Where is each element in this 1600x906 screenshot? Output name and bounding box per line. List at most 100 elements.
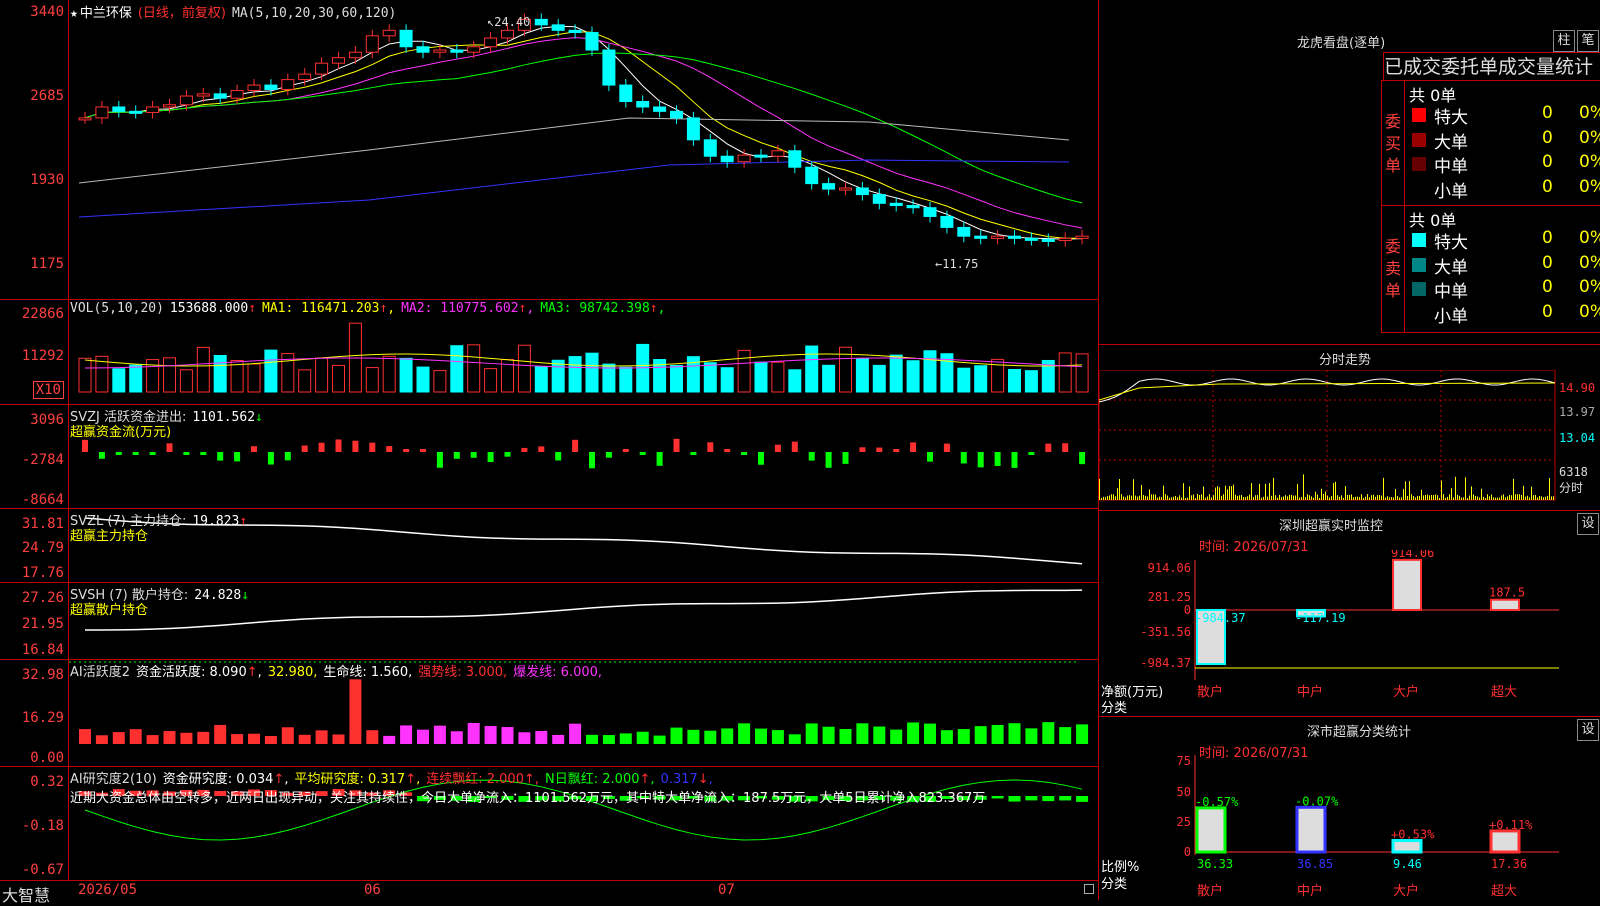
classify-value: 17.36 <box>1491 857 1527 871</box>
classify-bar <box>1489 829 1521 854</box>
flow-bar <box>403 449 410 452</box>
ma-line <box>78 159 1070 218</box>
tick-mode-button[interactable]: 笔 <box>1577 30 1599 52</box>
volume-tick <box>1433 495 1434 500</box>
volume-tick <box>1215 487 1216 500</box>
activity-bar <box>535 730 548 744</box>
volume-tick <box>1547 495 1548 500</box>
row-label: 大单 <box>1434 257 1468 278</box>
low-mark: ←11.75 <box>935 257 978 271</box>
period-mode[interactable]: (日线，前复权) <box>138 6 226 21</box>
header-value: 生命线: 1.560, <box>323 665 413 680</box>
volume-bar <box>517 344 531 393</box>
volume-tick <box>1209 494 1210 500</box>
volume-tick <box>1225 485 1226 500</box>
volume-tick <box>1253 497 1254 500</box>
sell-side-text: 委卖单 <box>1384 237 1401 300</box>
sell-side-label: 委卖单 <box>1382 206 1405 332</box>
header-value: 0.317↓, <box>660 772 713 787</box>
flow-bar <box>808 452 815 461</box>
monitor-title: 深圳超赢实时监控 <box>1279 519 1384 534</box>
activity-bar <box>569 723 582 744</box>
volume-tick <box>1147 496 1148 500</box>
candle <box>230 90 244 99</box>
lock-icon[interactable] <box>1084 884 1094 894</box>
volume-tick <box>1501 495 1502 500</box>
row-pct: 0% <box>1579 252 1600 273</box>
candle <box>213 93 227 99</box>
classify-value: 36.85 <box>1297 857 1333 871</box>
volume-tick <box>1231 486 1232 500</box>
activity-bar <box>839 729 852 744</box>
volume-tick <box>1259 483 1260 500</box>
flow-bar <box>859 447 866 452</box>
volume-bar <box>703 362 717 393</box>
volume-tick <box>1539 495 1540 500</box>
kline-chart[interactable]: ↖24.40 ←11.75 <box>69 0 1098 880</box>
monitor-bar-value: -117.19 <box>1295 611 1346 625</box>
volume-bar <box>247 363 261 393</box>
flow-bar <box>369 442 376 452</box>
volume-tick <box>1333 483 1334 500</box>
volume-tick <box>1391 496 1392 500</box>
activity-bar <box>1025 728 1038 744</box>
color-swatch <box>1412 306 1426 321</box>
classify-pct: +0.11% <box>1489 818 1533 832</box>
volume-tick <box>1177 497 1178 500</box>
activity-bar <box>163 731 176 744</box>
vol-unit-badge: X10 <box>32 381 64 399</box>
flow-bar <box>521 447 528 452</box>
monitor-category: 大户 <box>1393 684 1419 700</box>
svzj-arrow: ↓ <box>255 410 263 425</box>
candle <box>906 205 920 209</box>
svzj-subtitle: 超赢资金流(万元) <box>70 425 172 440</box>
flow-bar <box>910 442 917 452</box>
volume-tick <box>1479 497 1480 500</box>
panel-divider <box>1099 510 1600 511</box>
favorite-star-icon[interactable]: ★ <box>70 6 78 21</box>
volume-tick <box>1437 495 1438 500</box>
volume-tick <box>1473 494 1474 500</box>
activity-bar <box>129 729 142 744</box>
volume-bar <box>484 368 498 393</box>
candle <box>855 187 869 196</box>
classify-value: 9.46 <box>1393 857 1422 871</box>
intraday-chart[interactable]: 14.90 13.97 13.04 6318 分时 <box>1099 370 1600 510</box>
volume-tick <box>1165 494 1166 500</box>
volume-tick <box>1497 497 1498 500</box>
candle <box>568 29 582 34</box>
monitor-settings-button[interactable]: 设 <box>1577 513 1599 535</box>
flow-bar <box>470 452 477 458</box>
volume-tick <box>1369 497 1370 500</box>
volume-tick <box>1549 477 1550 500</box>
candle <box>196 93 210 97</box>
activity-bar <box>264 735 277 744</box>
activity-bar <box>586 734 598 744</box>
volume-tick <box>1241 495 1242 500</box>
row-pct: 0% <box>1579 277 1600 297</box>
volume-tick <box>1439 497 1440 500</box>
activity-bar <box>619 733 632 744</box>
flow-bar <box>115 452 122 455</box>
flow-bar <box>943 443 950 452</box>
flow-bar <box>876 447 883 452</box>
flow-bar <box>200 452 207 455</box>
volume-tick <box>1295 495 1296 500</box>
volume-bar <box>315 357 329 393</box>
monitor-bar-value: -984.37 <box>1195 611 1246 625</box>
volume-tick <box>1131 495 1132 500</box>
volume-tick <box>1153 494 1154 500</box>
activity-bar <box>315 730 328 744</box>
classify-settings-button[interactable]: 设 <box>1577 719 1599 741</box>
candle <box>889 202 903 207</box>
flow-bar <box>217 452 224 461</box>
monitor-axis-tick: 914.06 <box>1148 561 1191 575</box>
volume-bar <box>196 346 210 393</box>
bar-mode-button[interactable]: 柱 <box>1553 30 1575 52</box>
volume-tick <box>1407 495 1408 500</box>
volume-tick <box>1103 496 1104 500</box>
volume-tick <box>1187 497 1188 500</box>
volume-tick <box>1303 474 1304 500</box>
indicator-arrow: ↑ <box>246 665 258 680</box>
classify-bar <box>1391 839 1423 854</box>
